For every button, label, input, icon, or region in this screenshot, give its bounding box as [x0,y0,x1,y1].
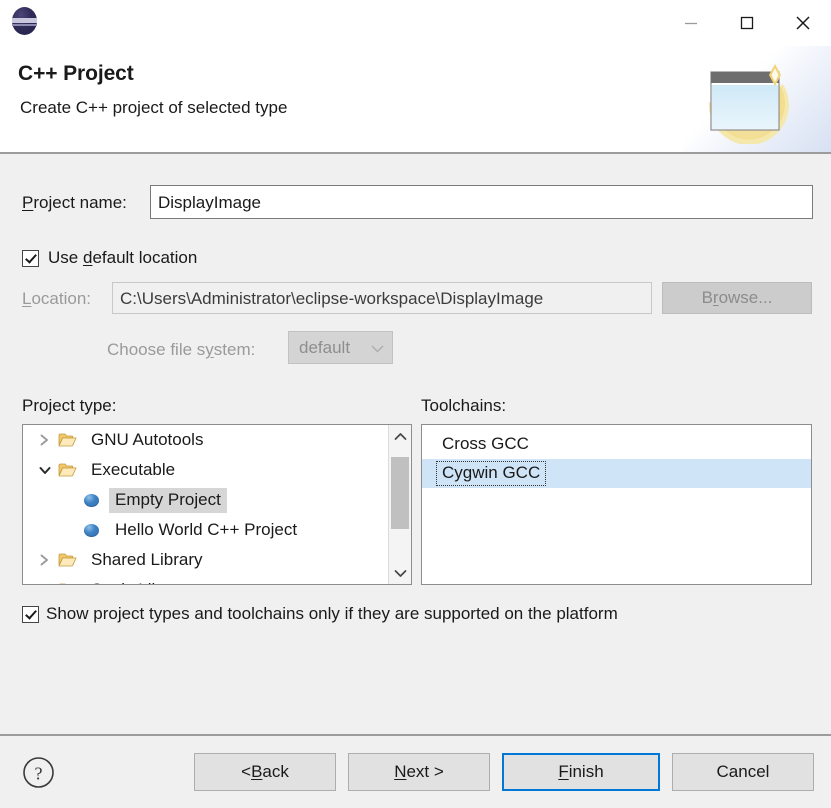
window-controls [663,0,831,46]
project-type-rows: GNU Autotools Executable Empty Project H… [23,425,389,584]
tree-item-label: Hello World C++ Project [115,519,298,539]
show-supported-label: Show project types and toolchains only i… [46,604,618,623]
use-default-location-checkbox[interactable]: Use default location [22,248,197,268]
toolchain-label: Cross GCC [442,434,529,453]
chevron-down-icon[interactable] [37,463,52,478]
folder-icon [57,432,77,449]
wizard-banner-icon [683,46,831,152]
svg-text:?: ? [35,764,43,784]
chevron-right-icon[interactable] [37,583,52,585]
tree-item-label: Static Library [91,580,190,585]
close-icon[interactable] [775,0,831,46]
toolchain-item-cross-gcc[interactable]: Cross GCC [422,430,811,459]
next-button[interactable]: Next > [348,753,490,791]
page-title: C++ Project [18,62,134,85]
help-icon[interactable]: ? [22,756,55,789]
browse-button: Br owse... [662,282,812,314]
tree-item-empty-project[interactable]: Empty Project [23,485,389,515]
folder-icon [57,462,77,479]
tree-item-label: Shared Library [91,549,203,569]
project-type-tree[interactable]: GNU Autotools Executable Empty Project H… [22,424,412,585]
file-system-value: default [299,337,351,357]
wizard-header: C++ Project Create C++ project of select… [0,46,831,154]
minimize-icon[interactable] [663,0,719,46]
toolchain-item-cygwin-gcc[interactable]: Cygwin GCC [422,459,811,488]
tree-item-static-library[interactable]: Static Library [23,575,389,584]
project-type-caption: Project type: [22,396,117,415]
tree-item-label: GNU Autotools [91,429,204,449]
back-button[interactable]: < Back [194,753,336,791]
tree-item-label: Executable [91,459,176,479]
cancel-button[interactable]: Cancel [672,753,814,791]
location-input: C:\Users\Administrator\eclipse-workspace… [112,282,652,314]
project-name-input[interactable]: DisplayImage [150,185,813,219]
sphere-icon [81,522,101,539]
page-subtitle: Create C++ project of selected type [20,98,288,117]
chevron-right-icon[interactable] [37,553,52,568]
use-default-location-label: Use default location [48,248,198,267]
project-name-label: Project name: [22,193,127,212]
dialog-footer: ? < Back Next > Finish Cancel [0,736,831,808]
chevron-down-icon [371,338,384,358]
checkbox-box [22,249,39,267]
eclipse-icon [12,7,37,35]
scrollbar-thumb[interactable] [391,457,409,529]
chevron-right-icon[interactable] [37,433,52,448]
show-supported-checkbox[interactable]: Show project types and toolchains only i… [22,604,618,624]
checkbox-box [22,605,39,623]
file-system-combo: default [288,331,393,364]
location-label: Location: [22,289,92,308]
maximize-icon[interactable] [719,0,775,46]
title-bar [0,0,831,46]
tree-item-label: Empty Project [115,489,221,509]
tree-item-executable[interactable]: Executable [23,455,389,485]
folder-icon [57,582,77,584]
toolchains-rows: Cross GCC Cygwin GCC [422,430,811,488]
file-system-label: Choose file system: [107,340,256,359]
tree-item-gnu-autotools[interactable]: GNU Autotools [23,425,389,455]
toolchain-label: Cygwin GCC [442,463,541,482]
chevron-up-icon[interactable] [389,425,411,447]
tree-item-shared-library[interactable]: Shared Library [23,545,389,575]
cpp-project-wizard-dialog: C++ Project Create C++ project of select… [0,0,831,808]
folder-icon [57,552,77,569]
sphere-icon [81,492,101,509]
project-type-scrollbar[interactable] [388,425,411,584]
toolchains-list[interactable]: Cross GCC Cygwin GCC [421,424,812,585]
toolchains-caption: Toolchains: [421,396,507,415]
finish-button[interactable]: Finish [502,753,660,791]
chevron-down-icon[interactable] [389,562,411,584]
wizard-body: Project name: DisplayImage Use default l… [0,154,831,736]
tree-item-hello-world-cpp-project[interactable]: Hello World C++ Project [23,515,389,545]
